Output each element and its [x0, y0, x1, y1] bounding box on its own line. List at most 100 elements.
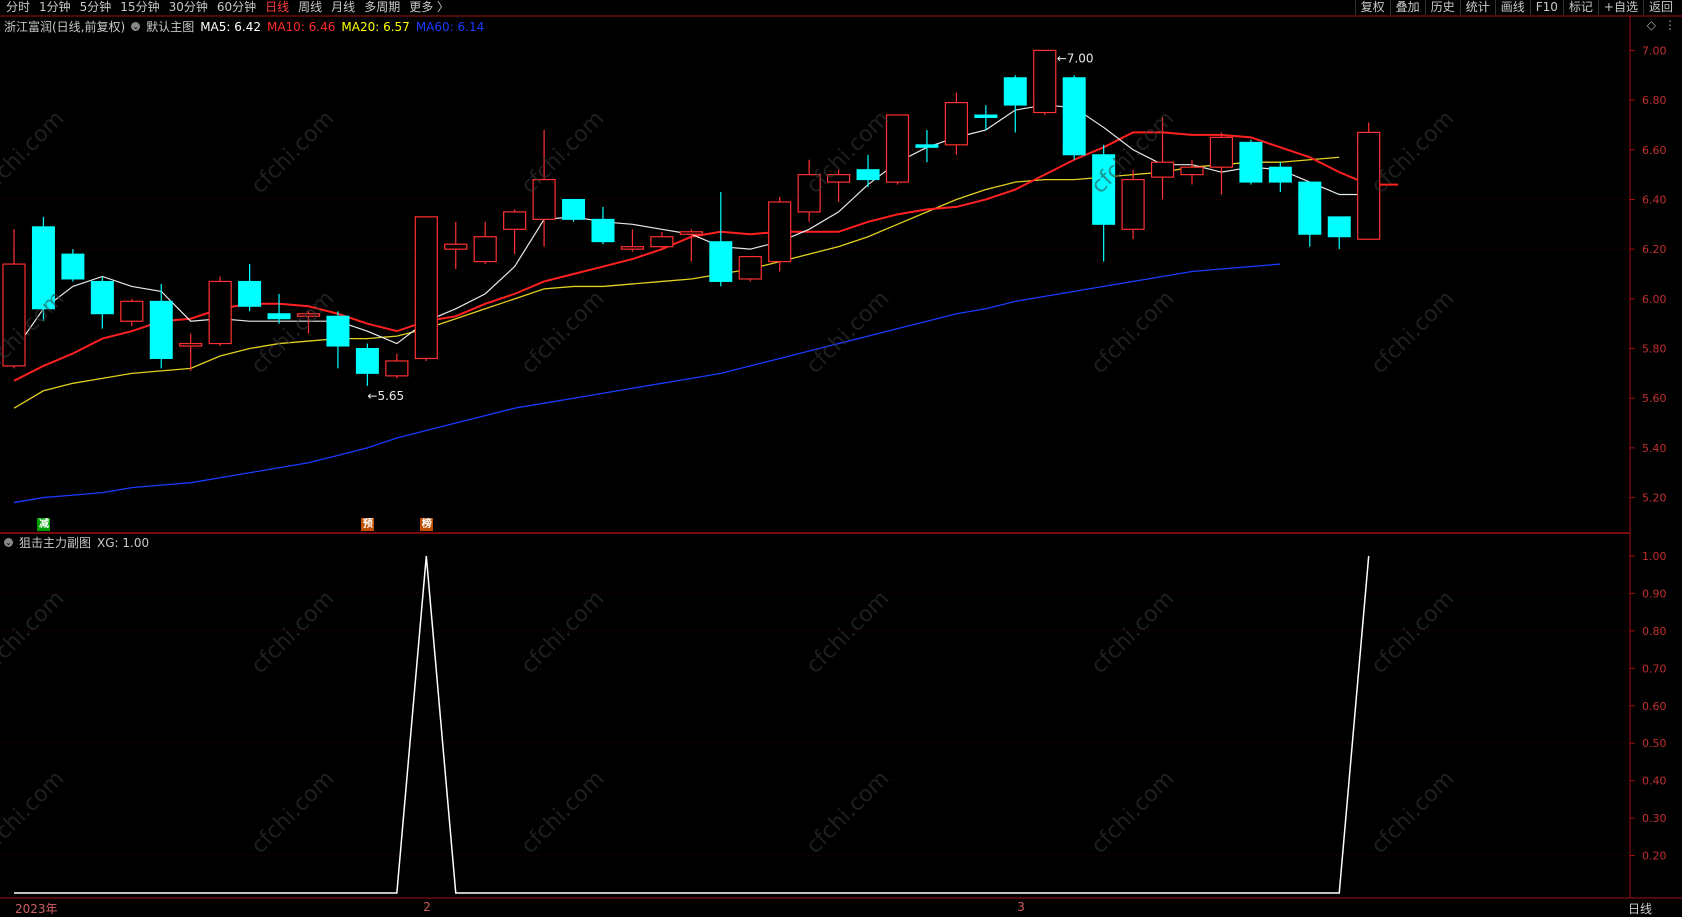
- xg-line: [14, 555, 1370, 894]
- candle-body: [1357, 131, 1381, 240]
- candle-body: [473, 236, 497, 263]
- period-tab-2[interactable]: 5分钟: [80, 0, 112, 15]
- signal-marker-1: 预: [361, 518, 375, 531]
- candle-body: [1150, 161, 1175, 178]
- period-tab-0[interactable]: 分时: [6, 0, 30, 15]
- candle-body: [1180, 166, 1204, 176]
- candle-body: [149, 300, 173, 359]
- signal-markers: 减预榜: [0, 518, 1630, 534]
- ma-label-0: MA5: 6.42: [200, 19, 261, 34]
- chart-grid: [0, 15, 1682, 899]
- diamond-icon[interactable]: ◇: [1647, 18, 1656, 32]
- main-tick-label: 5.40: [1642, 442, 1667, 455]
- period-tab-3[interactable]: 15分钟: [120, 0, 159, 15]
- sub-tick-label: 0.40: [1642, 775, 1667, 788]
- candle-body: [208, 280, 232, 345]
- period-tab-1[interactable]: 1分钟: [39, 0, 71, 15]
- main-indicator-name[interactable]: 默认主图: [146, 18, 194, 35]
- low-label: ←5.65: [367, 389, 404, 403]
- period-tab-7[interactable]: 周线: [298, 0, 322, 15]
- candle-body: [944, 101, 969, 146]
- candle-body: [355, 348, 379, 374]
- main-tick-label: 5.20: [1642, 492, 1667, 505]
- candle-body: [503, 211, 527, 230]
- candle-body: [296, 313, 321, 317]
- period-tab-4[interactable]: 30分钟: [169, 0, 208, 15]
- ma-label-3: MA60: 6.14: [415, 19, 485, 34]
- candle-body: [885, 114, 910, 183]
- xg-path: [14, 555, 1370, 894]
- toolbar-item-7[interactable]: +自选: [1597, 0, 1643, 15]
- toolbar-item-4[interactable]: 画线: [1494, 0, 1530, 15]
- sub-legend: ⌄ 狙击主力副图 XG: 1.00: [4, 534, 149, 551]
- chart-canvas[interactable]: 7.00 6.80 6.60 6.40 6.20 6.00 5.80 5.60 5.40 5.20…: [0, 0, 1682, 916]
- candle-body: [267, 313, 291, 320]
- ma-label-2: MA20: 6.57: [341, 19, 410, 34]
- ma60-line: [13, 263, 1281, 504]
- month-label-2: 2: [423, 900, 431, 914]
- toolbar-item-0[interactable]: 复权: [1354, 0, 1390, 15]
- ma60-path: [13, 263, 1281, 504]
- candle-body: [179, 342, 203, 347]
- sub-toggle-icon[interactable]: ⌄: [4, 538, 13, 547]
- toolbar-item-8[interactable]: 返回: [1642, 0, 1678, 15]
- candle-body: [709, 241, 733, 282]
- signal-marker-2: 榜: [420, 518, 434, 531]
- sub-tick-label: 0.70: [1642, 662, 1667, 675]
- period-tab-6[interactable]: 日线: [265, 0, 289, 15]
- candle-body: [826, 174, 851, 183]
- xg-value: XG: 1.00: [97, 535, 150, 550]
- candle-body: [915, 144, 939, 148]
- candle-body: [1268, 166, 1292, 183]
- signal-marker-0: 减: [37, 518, 51, 531]
- indicator-toggle-icon[interactable]: ⌄: [131, 22, 141, 31]
- candle-body: [120, 300, 144, 322]
- candle-body: [620, 246, 645, 250]
- main-legend: 浙江富润(日线,前复权) ⌄ 默认主图 MA5: 6.42 MA10: 6.46 M…: [4, 18, 490, 35]
- settings-icon[interactable]: ⋮: [1664, 18, 1676, 32]
- toolbar-item-5[interactable]: F10: [1529, 0, 1563, 15]
- candle-body: [238, 280, 262, 307]
- toolbar-item-3[interactable]: 统计: [1459, 0, 1495, 15]
- period-tab-5[interactable]: 60分钟: [217, 0, 256, 15]
- high-low-labels: ←7.00 ←5.65: [367, 51, 1093, 402]
- candle-body: [1239, 141, 1263, 183]
- main-tick-label: 5.60: [1642, 392, 1667, 405]
- candle-body: [768, 201, 792, 263]
- candle-body: [679, 231, 703, 235]
- toolbar-item-2[interactable]: 历史: [1424, 0, 1460, 15]
- sub-tick-label: 0.60: [1642, 700, 1667, 713]
- tab-daily[interactable]: 日线: [1628, 900, 1652, 917]
- candle-body: [856, 169, 880, 181]
- sub-tick-label: 0.30: [1642, 812, 1667, 825]
- candle-body: [414, 216, 438, 360]
- period-toolbar: 分时 1分钟 5分钟 15分钟 30分钟 60分钟 日线 周线 月线 多周期 更多 〉 复权 叠加 历史…: [0, 0, 1682, 15]
- toolbar-item-6[interactable]: 标记: [1562, 0, 1598, 15]
- candle-body: [1033, 49, 1057, 114]
- period-tab-9[interactable]: 多周期: [364, 0, 400, 15]
- candle-body: [1003, 77, 1027, 106]
- sub-title[interactable]: 狙击主力副图: [19, 534, 91, 551]
- period-tab-10[interactable]: 更多 〉: [409, 0, 449, 15]
- month-label-3: 3: [1017, 900, 1025, 914]
- candle-body: [591, 218, 615, 243]
- candle-body: [1209, 136, 1234, 168]
- candle-body: [1327, 216, 1351, 238]
- candlesticks: [2, 49, 1381, 386]
- sub-tick-label: 0.90: [1642, 587, 1667, 600]
- candle-body: [385, 360, 409, 377]
- candle-body: [1121, 179, 1145, 230]
- candle-body: [326, 315, 350, 347]
- candle-body: [90, 280, 114, 315]
- toolbar-item-1[interactable]: 叠加: [1389, 0, 1425, 15]
- y-axis: 7.00 6.80 6.60 6.40 6.20 6.00 5.80 5.60 5.40 5.20…: [1630, 44, 1667, 863]
- candle-body: [532, 179, 556, 220]
- panel-controls: ◇ ⋮: [1647, 18, 1676, 32]
- candle-body: [1062, 77, 1086, 156]
- main-tick-label: 6.00: [1642, 293, 1667, 306]
- candle-body: [738, 256, 762, 280]
- candle-body: [1092, 154, 1116, 225]
- candle-body: [974, 114, 998, 118]
- main-tick-label: 6.20: [1642, 243, 1667, 256]
- period-tab-8[interactable]: 月线: [331, 0, 355, 15]
